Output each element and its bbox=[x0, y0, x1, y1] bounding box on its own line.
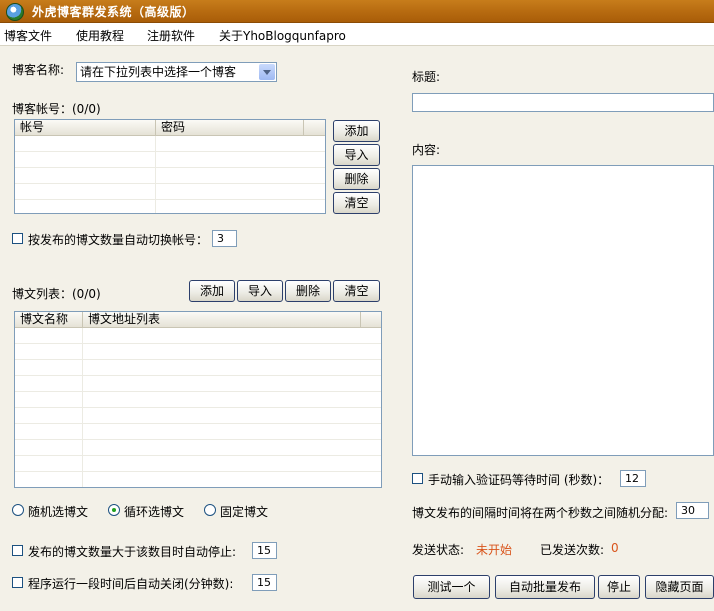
content-label: 内容: bbox=[412, 143, 441, 157]
auto-switch-label: 按发布的博文数量自动切换帐号： bbox=[28, 233, 209, 247]
menu-bar: 博客文件 使用教程 注册软件 关于YhoBlogqunfapro bbox=[0, 23, 714, 46]
auto-stop-label: 发布的博文数量大于该数目时自动停止: bbox=[28, 545, 237, 559]
posts-table[interactable]: 博文名称 博文地址列表 bbox=[14, 311, 382, 488]
interval-input[interactable]: 30 bbox=[676, 502, 709, 519]
column-account[interactable]: 帐号 bbox=[15, 120, 156, 135]
accounts-table[interactable]: 帐号 密码 bbox=[14, 119, 326, 214]
account-delete-button[interactable]: 删除 bbox=[333, 168, 380, 190]
auto-switch-input[interactable]: 3 bbox=[212, 230, 237, 247]
menu-tutorial[interactable]: 使用教程 bbox=[76, 27, 124, 44]
captcha-wait-checkbox[interactable] bbox=[412, 473, 423, 484]
radio-fixed-label: 固定博文 bbox=[220, 505, 269, 519]
send-status-value: 未开始 bbox=[476, 543, 513, 557]
posts-table-header: 博文名称 博文地址列表 bbox=[15, 312, 381, 328]
radio-random-label: 随机选博文 bbox=[28, 505, 89, 519]
auto-stop-checkbox[interactable] bbox=[12, 545, 23, 556]
menu-about[interactable]: 关于YhoBlogqunfapro bbox=[219, 27, 346, 44]
auto-switch-checkbox[interactable] bbox=[12, 233, 23, 244]
sent-count-value: 0 bbox=[611, 541, 619, 555]
interval-label: 博文发布的间隔时间将在两个秒数之间随机分配: bbox=[412, 506, 669, 520]
posts-table-body bbox=[15, 328, 381, 487]
captcha-wait-input[interactable]: 12 bbox=[620, 470, 646, 487]
column-post-name[interactable]: 博文名称 bbox=[15, 312, 83, 327]
radio-fixed-post[interactable] bbox=[204, 504, 216, 516]
hide-page-button[interactable]: 隐藏页面 bbox=[645, 575, 714, 599]
sent-count-label: 已发送次数: bbox=[540, 543, 605, 557]
radio-loop-post[interactable] bbox=[108, 504, 120, 516]
title-label: 标题: bbox=[412, 70, 441, 84]
auto-close-input[interactable]: 15 bbox=[252, 574, 277, 591]
accounts-label: 博客帐号：(0/0) bbox=[12, 102, 101, 116]
test-one-button[interactable]: 测试一个 bbox=[413, 575, 490, 599]
account-import-button[interactable]: 导入 bbox=[333, 144, 380, 166]
column-password[interactable]: 密码 bbox=[156, 120, 304, 135]
menu-blog-file[interactable]: 博客文件 bbox=[4, 27, 52, 44]
blog-name-label: 博客名称: bbox=[12, 63, 65, 77]
posts-label: 博文列表：(0/0) bbox=[12, 287, 101, 301]
auto-close-label: 程序运行一段时间后自动关闭(分钟数): bbox=[28, 577, 234, 591]
stop-button[interactable]: 停止 bbox=[598, 575, 640, 599]
post-clear-button[interactable]: 清空 bbox=[333, 280, 380, 302]
account-add-button[interactable]: 添加 bbox=[333, 120, 380, 142]
captcha-wait-label: 手动输入验证码等待时间 (秒数)： bbox=[428, 473, 610, 487]
app-globe-icon bbox=[6, 3, 24, 21]
auto-stop-input[interactable]: 15 bbox=[252, 542, 277, 559]
title-input[interactable] bbox=[412, 93, 714, 112]
title-bar: 外虎博客群发系统（高级版） bbox=[0, 0, 714, 23]
column-divider bbox=[155, 136, 156, 213]
accounts-table-body bbox=[15, 136, 325, 213]
column-post-url-list[interactable]: 博文地址列表 bbox=[83, 312, 361, 327]
radio-random-post[interactable] bbox=[12, 504, 24, 516]
menu-register[interactable]: 注册软件 bbox=[147, 27, 195, 44]
accounts-table-header: 帐号 密码 bbox=[15, 120, 325, 136]
auto-close-checkbox[interactable] bbox=[12, 577, 23, 588]
post-add-button[interactable]: 添加 bbox=[189, 280, 235, 302]
window-title: 外虎博客群发系统（高级版） bbox=[32, 5, 195, 19]
radio-loop-label: 循环选博文 bbox=[124, 505, 185, 519]
column-divider bbox=[82, 328, 83, 487]
content-textarea[interactable] bbox=[412, 165, 714, 456]
account-clear-button[interactable]: 清空 bbox=[333, 192, 380, 214]
send-status-label: 发送状态: bbox=[412, 543, 465, 557]
post-delete-button[interactable]: 删除 bbox=[285, 280, 331, 302]
post-import-button[interactable]: 导入 bbox=[237, 280, 283, 302]
blog-name-select[interactable]: 请在下拉列表中选择一个博客 bbox=[76, 62, 277, 82]
chevron-down-icon[interactable] bbox=[259, 64, 275, 80]
blog-name-selected: 请在下拉列表中选择一个博客 bbox=[80, 65, 237, 79]
auto-batch-publish-button[interactable]: 自动批量发布 bbox=[495, 575, 595, 599]
